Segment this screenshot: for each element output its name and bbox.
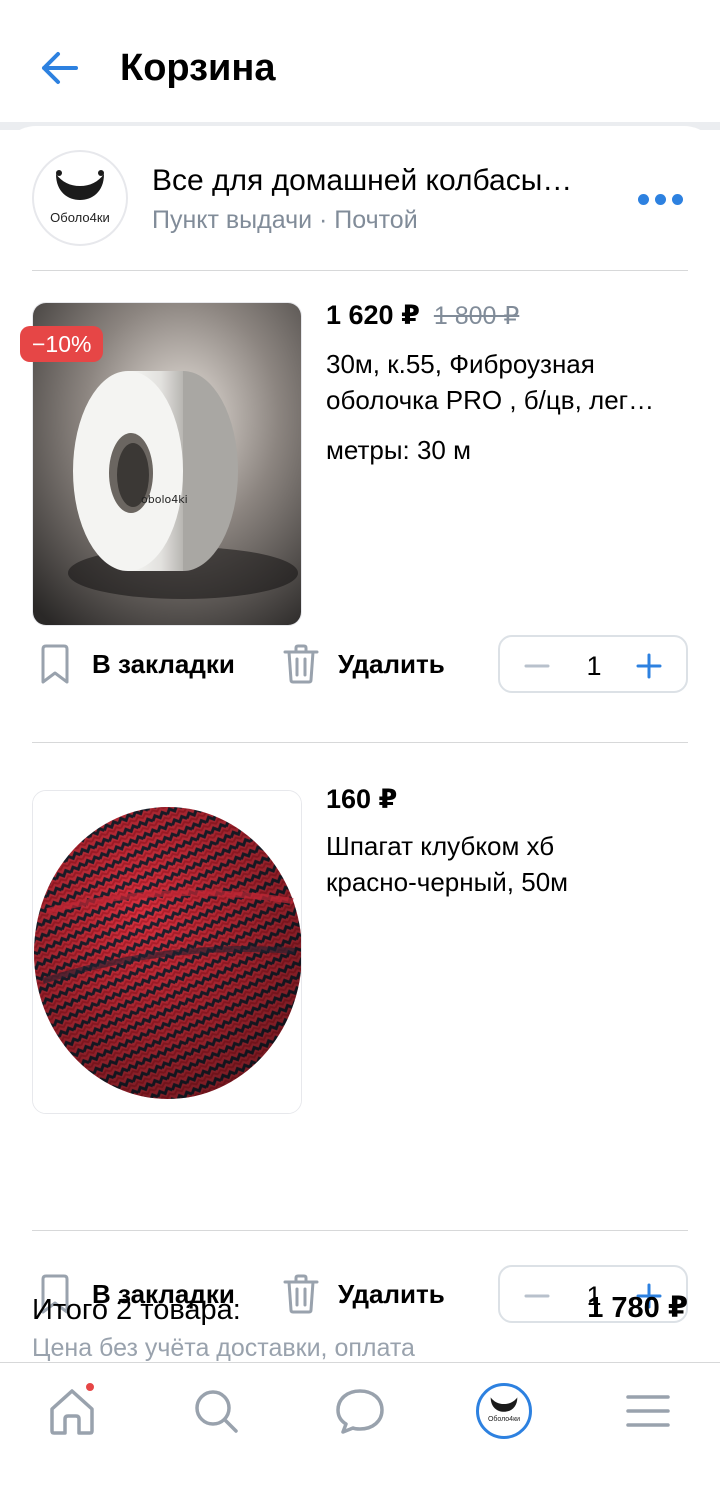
shop-logo-icon [56,170,104,200]
total-note: Цена без учёта доставки, оплата [32,1334,415,1362]
minus-icon [524,1294,550,1298]
bookmark-label: В закладки [92,648,235,679]
delete-button[interactable]: Удалить [282,634,445,694]
more-icon [637,193,649,205]
tab-home[interactable] [42,1381,102,1441]
discount-badge: −10% [20,326,104,362]
search-icon [195,1390,238,1433]
old-price: 1 800 ₽ [433,302,520,330]
divider [32,742,688,743]
bookmark-icon [41,644,69,684]
tab-search[interactable] [186,1381,246,1441]
shop-avatar[interactable]: Оболо4ки [32,150,128,246]
divider [32,1230,688,1231]
back-arrow-icon [42,52,78,84]
profile-label: Оболо4ки [487,1416,521,1423]
tab-menu[interactable] [618,1381,678,1441]
product-image[interactable] [32,790,302,1114]
shop-delivery-info: Пункт выдачи · Почтой [152,206,418,234]
cart-card: Оболо4ки Все для домашней колбасы… Пункт… [0,126,720,1366]
shop-header[interactable]: Оболо4ки Все для домашней колбасы… Пункт… [0,126,720,270]
product-title[interactable]: 30м, к.55, Фиброузная оболочка PRO , б/ц… [326,346,686,418]
image-caption: obolo4ki [141,493,188,506]
delete-label: Удалить [338,648,445,679]
tab-messages[interactable] [330,1381,390,1441]
product-title-line: красно-черный, 50м [326,867,569,897]
price-row: 1 620 ₽ 1 800 ₽ [326,300,519,331]
item-actions: В закладки Удалить 1 [0,634,720,694]
more-icon-dot [671,193,683,205]
decrease-button[interactable] [520,649,554,683]
price: 1 620 ₽ [326,300,420,330]
quantity-stepper: 1 [498,635,688,693]
product-title-line: Шпагат клубком хб [326,831,555,861]
shop-logo-icon [490,1397,518,1412]
bottom-tab-bar: Оболо4ки [0,1362,720,1490]
total-label: Итого 2 товара: [32,1294,241,1326]
product-title-line: оболочка PRO , б/цв, лег… [326,385,655,415]
menu-icon [626,1395,670,1427]
twine-ball-image [33,791,301,1113]
increase-button[interactable] [632,649,666,683]
shop-name[interactable]: Все для домашней колбасы… [152,162,612,200]
top-bar: Корзина [0,10,720,122]
tab-profile[interactable]: Оболо4ки [476,1383,532,1439]
more-icon-dot [654,193,666,205]
notification-dot [84,1381,96,1393]
status-bar [0,0,720,10]
delete-button[interactable]: Удалить [282,1264,445,1324]
shop-avatar-label: Оболо4ки [50,210,110,225]
product-title-line: 30м, к.55, Фиброузная [326,349,595,379]
quantity-value: 1 [586,651,602,681]
minus-icon [524,664,550,668]
trash-icon [283,1274,319,1314]
total-value: 1 780 ₽ [587,1292,688,1324]
price-row: 160 ₽ [326,784,397,815]
trash-icon [283,644,319,684]
plus-icon [636,653,662,679]
back-button[interactable] [34,46,86,90]
more-button[interactable] [632,184,688,214]
page-title: Корзина [120,47,276,89]
bookmark-button[interactable]: В закладки [36,634,235,694]
delete-label: Удалить [338,1278,445,1309]
product-title[interactable]: Шпагат клубком хб красно-черный, 50м [326,828,686,900]
price: 160 ₽ [326,784,398,814]
cart-item: 160 ₽ Шпагат клубком хб красно-черный, 5… [0,758,720,1323]
cart-item: obolo4ki −10% 1 620 ₽ 1 800 ₽ 30м, к.55,… [0,270,720,742]
decrease-button[interactable] [520,1279,554,1313]
chat-icon [336,1389,384,1434]
product-option: метры: 30 м [326,435,471,465]
